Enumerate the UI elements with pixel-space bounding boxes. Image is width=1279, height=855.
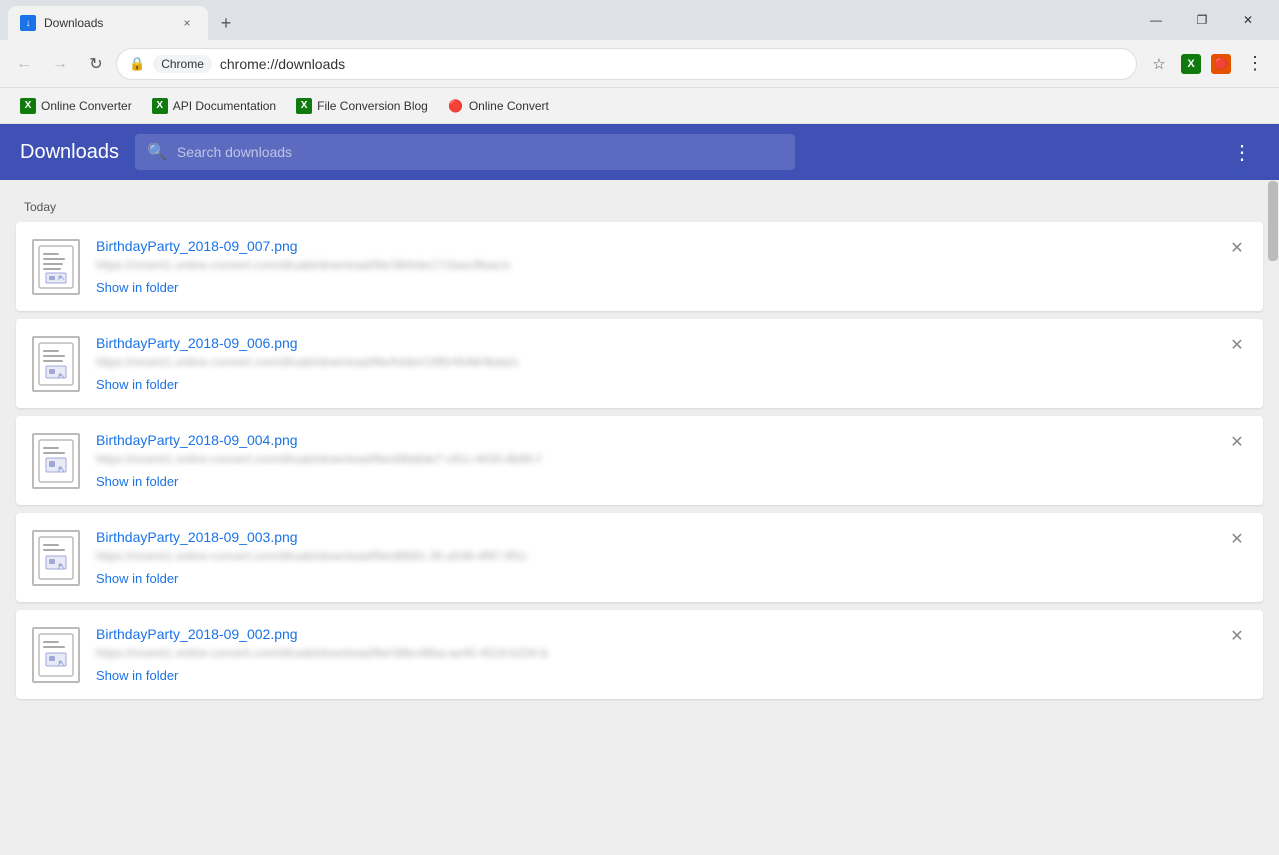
extension-icons: X 🔴 — [1177, 50, 1235, 78]
bookmark-favicon-3: X — [296, 98, 312, 114]
bookmark-item-online-converter[interactable]: X Online Converter — [12, 94, 140, 118]
download-actions-4: Show in folder — [96, 571, 1247, 586]
file-svg-5 — [38, 633, 74, 677]
show-in-folder-button-2[interactable]: Show in folder — [96, 377, 178, 392]
download-url-1: https://resent1.online-convert.com/dl/ua… — [96, 258, 596, 272]
show-in-folder-button-1[interactable]: Show in folder — [96, 280, 178, 295]
tab-title: Downloads — [44, 16, 170, 30]
bookmark-label-1: Online Converter — [41, 99, 132, 113]
back-button[interactable]: ← — [8, 48, 40, 80]
downloads-more-button[interactable]: ⋮ — [1223, 134, 1259, 170]
download-filename-1[interactable]: BirthdayParty_2018-09_007.png — [96, 238, 1247, 254]
file-icon-4 — [32, 530, 80, 586]
bookmark-star-button[interactable]: ☆ — [1145, 50, 1173, 78]
download-actions-1: Show in folder — [96, 280, 1247, 295]
chrome-menu-button[interactable]: ⋮ — [1239, 48, 1271, 80]
download-item-2: BirthdayParty_2018-09_006.png https://re… — [16, 319, 1263, 408]
download-info-4: BirthdayParty_2018-09_003.png https://re… — [96, 529, 1247, 586]
show-in-folder-button-4[interactable]: Show in folder — [96, 571, 178, 586]
remove-button-5[interactable]: ✕ — [1223, 622, 1251, 650]
download-url-5: https://resent1.online-convert.com/dl/ua… — [96, 646, 596, 660]
ext-icon-1[interactable]: X — [1177, 50, 1205, 78]
window-controls: — ❐ ✕ — [1133, 4, 1271, 36]
scrollbar-thumb[interactable] — [1268, 181, 1278, 261]
bookmark-favicon-2: X — [152, 98, 168, 114]
more-dots-icon: ⋮ — [1232, 140, 1250, 165]
bookmark-item-api-docs[interactable]: X API Documentation — [144, 94, 284, 118]
close-button[interactable]: ✕ — [1225, 4, 1271, 36]
downloads-content: Today BirthdayParty_2018-09_007.png — [0, 180, 1279, 855]
file-icon-1 — [32, 239, 80, 295]
file-svg-2 — [38, 342, 74, 386]
forward-button[interactable]: → — [44, 48, 76, 80]
lock-icon: 🔒 — [129, 56, 145, 72]
downloads-page-title: Downloads — [20, 141, 119, 164]
download-item-1: BirthdayParty_2018-09_007.png https://re… — [16, 222, 1263, 311]
file-icon-5 — [32, 627, 80, 683]
remove-button-1[interactable]: ✕ — [1223, 234, 1251, 262]
download-url-2: https://resent1.online-convert.com/dl/ua… — [96, 355, 596, 369]
show-in-folder-button-3[interactable]: Show in folder — [96, 474, 178, 489]
download-info-5: BirthdayParty_2018-09_002.png https://re… — [96, 626, 1247, 683]
downloads-header: Downloads 🔍 ⋮ — [0, 124, 1279, 180]
search-bar[interactable]: 🔍 — [135, 134, 795, 170]
download-filename-2[interactable]: BirthdayParty_2018-09_006.png — [96, 335, 1247, 351]
forward-icon: → — [52, 55, 68, 73]
download-actions-3: Show in folder — [96, 474, 1247, 489]
address-bar[interactable]: 🔒 Chrome chrome://downloads — [116, 48, 1137, 80]
download-item-3: BirthdayParty_2018-09_004.png https://re… — [16, 416, 1263, 505]
address-icons: ☆ — [1145, 50, 1173, 78]
search-input[interactable] — [177, 144, 783, 160]
download-actions-2: Show in folder — [96, 377, 1247, 392]
nav-bar: ← → ↻ 🔒 Chrome chrome://downloads ☆ X 🔴 … — [0, 40, 1279, 88]
file-svg-3 — [38, 439, 74, 483]
download-filename-5[interactable]: BirthdayParty_2018-09_002.png — [96, 626, 1247, 642]
maximize-button[interactable]: ❐ — [1179, 4, 1225, 36]
new-tab-button[interactable]: + — [212, 9, 240, 37]
download-info-2: BirthdayParty_2018-09_006.png https://re… — [96, 335, 1247, 392]
page-scrollbar[interactable] — [1267, 180, 1279, 855]
menu-dots-icon: ⋮ — [1246, 53, 1264, 74]
remove-button-4[interactable]: ✕ — [1223, 525, 1251, 553]
tab-close-button[interactable]: × — [178, 14, 196, 32]
search-icon: 🔍 — [147, 142, 167, 162]
security-chip: Chrome — [153, 55, 212, 73]
reload-icon: ↻ — [89, 54, 102, 74]
download-actions-5: Show in folder — [96, 668, 1247, 683]
minimize-button[interactable]: — — [1133, 4, 1179, 36]
file-svg-4 — [38, 536, 74, 580]
download-item-5: BirthdayParty_2018-09_002.png https://re… — [16, 610, 1263, 699]
remove-button-3[interactable]: ✕ — [1223, 428, 1251, 456]
download-info-3: BirthdayParty_2018-09_004.png https://re… — [96, 432, 1247, 489]
download-url-4: https://resent1.online-convert.com/dl/ua… — [96, 549, 596, 563]
download-info-1: BirthdayParty_2018-09_007.png https://re… — [96, 238, 1247, 295]
bookmark-item-file-conversion[interactable]: X File Conversion Blog — [288, 94, 436, 118]
tab-favicon: ↓ — [20, 15, 36, 31]
bookmark-label-2: API Documentation — [173, 99, 276, 113]
section-today-label: Today — [0, 196, 1279, 222]
download-url-3: https://resent1.online-convert.com/dl/ua… — [96, 452, 596, 466]
file-icon-2 — [32, 336, 80, 392]
url-text: chrome://downloads — [220, 56, 1124, 72]
bookmark-label-4: Online Convert — [469, 99, 549, 113]
ext-icon-2[interactable]: 🔴 — [1207, 50, 1235, 78]
back-icon: ← — [16, 55, 32, 73]
show-in-folder-button-5[interactable]: Show in folder — [96, 668, 178, 683]
remove-button-2[interactable]: ✕ — [1223, 331, 1251, 359]
file-icon-3 — [32, 433, 80, 489]
download-item-4: BirthdayParty_2018-09_003.png https://re… — [16, 513, 1263, 602]
reload-button[interactable]: ↻ — [80, 48, 112, 80]
star-icon: ☆ — [1152, 55, 1165, 73]
download-filename-4[interactable]: BirthdayParty_2018-09_003.png — [96, 529, 1247, 545]
download-filename-3[interactable]: BirthdayParty_2018-09_004.png — [96, 432, 1247, 448]
download-list: BirthdayParty_2018-09_007.png https://re… — [0, 222, 1279, 707]
title-bar: ↓ Downloads × + — ❐ ✕ — [0, 0, 1279, 40]
bookmark-item-online-convert[interactable]: 🔴 Online Convert — [440, 94, 557, 118]
bookmark-favicon-4: 🔴 — [448, 98, 464, 114]
file-svg-1 — [38, 245, 74, 289]
bookmarks-bar: X Online Converter X API Documentation X… — [0, 88, 1279, 124]
active-tab[interactable]: ↓ Downloads × — [8, 6, 208, 40]
bookmark-label-3: File Conversion Blog — [317, 99, 428, 113]
bookmark-favicon-1: X — [20, 98, 36, 114]
